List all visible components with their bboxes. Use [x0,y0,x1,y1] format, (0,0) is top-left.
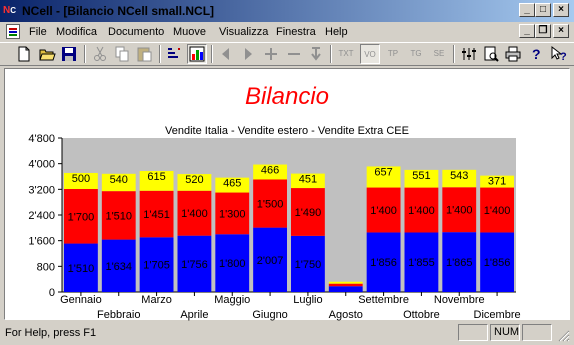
data-label: 1'856 [370,257,397,269]
data-label: 371 [488,176,506,188]
y-tick-label: 0 [49,287,55,299]
bar-segment [328,286,363,292]
data-label: 551 [412,170,430,182]
data-label: 1'750 [295,259,322,271]
data-label: 615 [147,171,165,183]
data-label: 540 [110,174,128,186]
x-tick-label: Novembre [434,294,485,306]
y-tick-label: 1'600 [28,236,55,248]
data-label: 1'705 [143,260,170,272]
data-label: 1'400 [408,205,435,217]
data-label: 657 [374,166,392,178]
data-label: 465 [223,178,241,190]
status-message: For Help, press F1 [5,327,97,339]
data-label: 451 [299,174,317,186]
data-label: 1'400 [484,205,511,217]
bar-segment [328,283,363,287]
y-tick-label: 3'200 [28,184,55,196]
bar-segment [328,281,363,284]
x-tick-label: Aprile [180,309,208,321]
x-tick-label: Ottobre [403,309,440,321]
status-panel-empty [458,324,488,341]
data-label: 1'865 [446,257,473,269]
y-tick-label: 4'800 [28,133,55,145]
data-label: 543 [450,170,468,182]
data-label: 1'400 [370,205,397,217]
resize-grip[interactable] [556,328,570,342]
y-tick-label: 800 [37,261,55,273]
data-label: 1'400 [181,208,208,220]
status-num: NUM [490,324,520,341]
y-tick-label: 4'000 [28,159,55,171]
data-label: 1'634 [105,261,132,273]
data-label: 2'007 [257,255,284,267]
data-label: 1'510 [68,263,95,275]
data-label: 1'855 [408,257,435,269]
data-label: 466 [261,165,279,177]
data-label: 500 [72,173,90,185]
x-tick-label: Gennaio [60,294,102,306]
x-tick-label: Agosto [329,309,363,321]
data-label: 1'400 [446,205,473,217]
data-label: 1'800 [219,258,246,270]
data-label: 1'500 [257,199,284,211]
x-tick-label: Febbraio [97,309,140,321]
data-label: 1'451 [143,209,170,221]
data-label: 1'510 [105,210,132,222]
data-label: 1'756 [181,259,208,271]
status-panel-scroll [522,324,552,341]
data-label: 1'700 [68,211,95,223]
data-label: 520 [185,174,203,186]
data-label: 1'856 [484,257,511,269]
data-label: 1'300 [219,208,246,220]
x-tick-label: Settembre [358,294,409,306]
y-tick-label: 2'400 [28,210,55,222]
x-tick-label: Giugno [252,309,287,321]
x-tick-label: Luglio [293,294,322,306]
data-label: 1'490 [295,207,322,219]
stacked-bar-chart: 0 800 1'600 2'400 3'200 4'000 4'800 1'510 1'700 5… [28,133,521,321]
x-tick-label: Marzo [141,294,172,306]
x-tick-label: Maggio [214,294,250,306]
x-tick-label: Dicembre [474,309,521,321]
